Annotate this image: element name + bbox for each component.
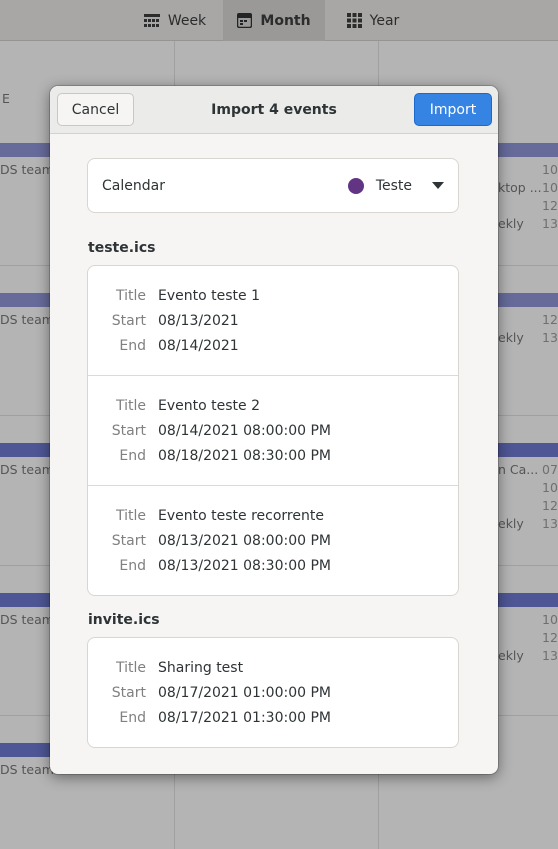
title-label: Title [115, 288, 146, 304]
import-dialog: Import 4 events Cancel Import Calendar T… [50, 86, 498, 774]
event-end: 08/13/2021 08:30:00 PM [158, 558, 331, 574]
event-start: 08/17/2021 01:00:00 PM [158, 685, 331, 701]
start-label: Start [111, 313, 146, 329]
end-label: End [119, 558, 146, 574]
events-list: Title Sharing test Start 08/17/2021 01:00:… [87, 637, 459, 748]
calendar-row: Calendar Teste [87, 158, 459, 213]
file-name-heading: invite.ics [88, 612, 160, 628]
end-label: End [119, 710, 146, 726]
calendar-label: Calendar [102, 177, 165, 194]
end-label: End [119, 338, 146, 354]
event-title: Evento teste 2 [158, 398, 260, 414]
calendar-color-dot [347, 177, 364, 194]
event-end: 08/18/2021 08:30:00 PM [158, 448, 331, 464]
calendar-dropdown[interactable]: Teste [347, 159, 444, 212]
events-list: Title Evento teste 1 Start 08/13/2021 End 0… [87, 265, 459, 596]
import-button[interactable]: Import [414, 93, 492, 126]
start-label: Start [111, 423, 146, 439]
start-label: Start [111, 685, 146, 701]
event-start: 08/13/2021 08:00:00 PM [158, 533, 331, 549]
event-end: 08/17/2021 01:30:00 PM [158, 710, 331, 726]
dialog-header: Import 4 events Cancel Import [50, 86, 498, 134]
event-start: 08/14/2021 08:00:00 PM [158, 423, 331, 439]
event-item: Title Evento teste recorrente Start 08/13/… [88, 486, 458, 596]
end-label: End [119, 448, 146, 464]
event-item: Title Evento teste 1 Start 08/13/2021 End 0… [88, 266, 458, 376]
dropdown-arrow-icon [432, 182, 444, 189]
event-title: Evento teste 1 [158, 288, 260, 304]
cancel-button[interactable]: Cancel [57, 93, 134, 126]
event-item: Title Evento teste 2 Start 08/14/2021 08:0… [88, 376, 458, 486]
event-end: 08/14/2021 [158, 338, 239, 354]
title-label: Title [115, 660, 146, 676]
title-label: Title [115, 508, 146, 524]
event-item: Title Sharing test Start 08/17/2021 01:00:… [88, 638, 458, 748]
title-label: Title [115, 398, 146, 414]
start-label: Start [111, 533, 146, 549]
event-title: Evento teste recorrente [158, 508, 324, 524]
event-title: Sharing test [158, 660, 244, 676]
calendar-selected-name: Teste [375, 177, 412, 194]
event-start: 08/13/2021 [158, 313, 239, 329]
file-name-heading: teste.ics [88, 240, 156, 256]
